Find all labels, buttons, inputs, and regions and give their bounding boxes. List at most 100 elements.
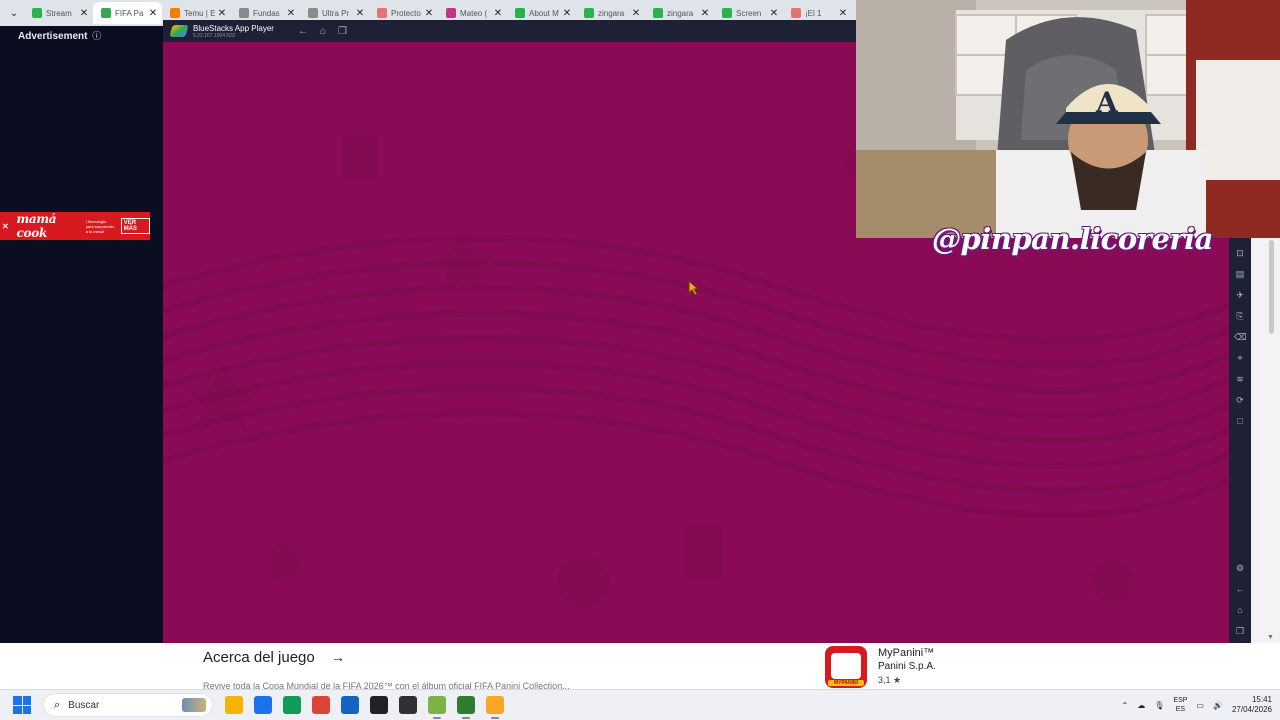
bluestacks-multi-icon[interactable]	[486, 696, 504, 719]
display-icon[interactable]: ▭	[1196, 701, 1204, 710]
tab-favicon-icon	[32, 8, 42, 18]
tab-close-icon[interactable]: ✕	[769, 8, 779, 19]
ad-tagline: ¡Tecnología para sorprender a la mesa!	[85, 218, 115, 234]
about-game-heading[interactable]: Acerca del juego	[203, 649, 315, 666]
bluestacks-side-toolbar: ⊡ ▤ ✈ ⎘ ⌫ ⌖ ≋ ⟳ □ ⚙ ← ⌂ ❐	[1229, 238, 1251, 643]
back-icon[interactable]: ←	[1234, 583, 1246, 595]
tab-title: Ultra Pr	[322, 8, 350, 18]
tab-close-icon[interactable]: ✕	[493, 8, 503, 19]
media-player-icon[interactable]	[399, 696, 417, 714]
tab-title: zingara	[598, 8, 625, 18]
tab-favicon-icon	[722, 8, 732, 18]
tab-favicon-icon	[653, 8, 663, 18]
tab-favicon-icon	[101, 8, 111, 18]
app-rating: 3,1 ★	[878, 675, 902, 685]
bluestacks-logo	[169, 25, 189, 37]
tab-close-icon[interactable]: ✕	[79, 8, 89, 19]
info-icon[interactable]: ⓘ	[92, 31, 101, 41]
tab-favicon-icon	[791, 8, 801, 18]
layers-icon[interactable]: ≋	[1234, 373, 1246, 385]
store-page-section: Acerca del juego → Revive toda la Copa M…	[0, 643, 1280, 689]
recents-icon[interactable]: ❐	[1234, 625, 1246, 637]
capcut-icon[interactable]	[457, 696, 475, 719]
obs-icon[interactable]	[370, 696, 388, 714]
clock-date: 27/04/2026	[1231, 705, 1272, 714]
browser-tab[interactable]: Stream ✕	[24, 2, 93, 24]
browser-tab[interactable]: FIFA Pa ✕	[93, 2, 162, 24]
bluestacks-icon[interactable]	[428, 696, 446, 719]
network-sync-icon[interactable]: ☁	[1137, 701, 1145, 710]
airplane-icon[interactable]: ✈	[1234, 289, 1246, 301]
taskbar-clock[interactable]: 15:41 27/04/2026	[1232, 695, 1272, 715]
tab-close-icon[interactable]: ✕	[217, 8, 227, 19]
file-explorer-icon[interactable]	[225, 696, 243, 714]
app-developer: Panini S.p.A.	[878, 661, 936, 672]
blank-icon[interactable]: □	[1234, 415, 1246, 427]
tab-title: FIFA Pa	[115, 8, 144, 18]
microphone-icon[interactable]: 🎙	[1154, 701, 1164, 710]
volume-icon[interactable]: 🔊	[1213, 701, 1223, 710]
location-icon[interactable]: ⌖	[1234, 352, 1246, 364]
app-icon-label: MYPANINI	[828, 680, 864, 686]
sync-icon[interactable]: ⟳	[1234, 394, 1246, 406]
media-icon[interactable]: ▤	[1234, 268, 1246, 280]
recents-icon[interactable]: ❐	[338, 26, 347, 37]
search-highlight-icon	[182, 698, 206, 712]
edge-icon[interactable]	[283, 696, 301, 714]
bluestacks-title: BlueStacks App Player	[193, 23, 274, 33]
tab-favicon-icon	[515, 8, 525, 18]
home-icon[interactable]: ⌂	[320, 26, 326, 37]
ad-banner[interactable]: ✕ mamá cook ¡Tecnología para sorprender …	[0, 212, 150, 240]
tab-close-icon[interactable]: ✕	[700, 8, 710, 19]
language-indicator[interactable]: ESP ES	[1173, 696, 1187, 714]
system-tray: ⌃ ☁ 🎙 ESP ES ▭ 🔊 15:41 27/04/2026	[1122, 695, 1272, 715]
tab-title: Fundas	[253, 8, 280, 18]
bluestacks-titlebar: BlueStacks App Player 5.22.167.1004 N32 …	[163, 20, 856, 42]
home-icon[interactable]: ⌂	[1234, 604, 1246, 616]
keyboard-layout: ES	[1175, 706, 1186, 713]
tab-close-icon[interactable]: ✕	[424, 8, 434, 19]
tab-favicon-icon	[170, 8, 180, 18]
mypanini-app-icon[interactable]: MYPANINI	[825, 646, 867, 688]
tab-favicon-icon	[308, 8, 318, 18]
tab-close-icon[interactable]: ✕	[148, 8, 158, 19]
ad-cta-button[interactable]: VER MÁS	[120, 218, 150, 234]
scrollbar-thumb[interactable]	[1269, 240, 1274, 334]
scroll-down-icon[interactable]: ▼	[1267, 634, 1274, 641]
eraser-icon[interactable]: ⌫	[1234, 331, 1247, 343]
tab-close-icon[interactable]: ✕	[562, 8, 572, 19]
apk-icon[interactable]: ⎘	[1234, 310, 1246, 322]
tab-favicon-icon	[446, 8, 456, 18]
advertisement-panel: Advertisement ⓘ ✕ mamá cook ¡Tecnología …	[0, 26, 163, 643]
taskbar-search[interactable]: ⌕ Buscar	[43, 693, 213, 717]
tab-favicon-icon	[239, 8, 249, 18]
notepad-icon[interactable]	[341, 696, 359, 714]
tab-close-icon[interactable]: ✕	[355, 8, 365, 19]
windows-start-icon[interactable]	[13, 696, 31, 714]
tab-title: Temu | E	[184, 8, 215, 18]
tab-search-chevron-icon[interactable]: ⌄	[4, 2, 24, 24]
tab-close-icon[interactable]: ✕	[631, 8, 641, 19]
tab-title: Mateo (	[460, 8, 488, 18]
screenshot-icon[interactable]: ⊡	[1234, 247, 1246, 259]
tab-favicon-icon	[377, 8, 387, 18]
app-name[interactable]: MyPanini™	[878, 647, 934, 659]
chrome-icon[interactable]	[312, 696, 330, 714]
app-icon-figure	[831, 653, 861, 679]
chevron-up-icon[interactable]: ⌃	[1122, 701, 1129, 710]
tab-title: Stream	[46, 8, 72, 18]
language-code: ESP	[1173, 697, 1188, 704]
arrow-right-icon[interactable]: →	[331, 649, 345, 665]
close-icon[interactable]: ✕	[2, 222, 11, 231]
settings-icon[interactable]: ⚙	[1234, 562, 1246, 574]
tab-close-icon[interactable]: ✕	[286, 8, 296, 19]
tab-title: About M	[529, 8, 559, 18]
ad-brand: mamá cook	[16, 212, 57, 240]
tab-close-icon[interactable]: ✕	[838, 8, 848, 19]
store-icon[interactable]	[254, 696, 272, 714]
tab-title: zingara	[667, 8, 694, 18]
page-scrollbar[interactable]: ▼	[1251, 238, 1280, 643]
tab-title: Screen	[736, 8, 762, 18]
search-icon: ⌕	[54, 698, 61, 711]
back-icon[interactable]: ←	[298, 26, 308, 37]
